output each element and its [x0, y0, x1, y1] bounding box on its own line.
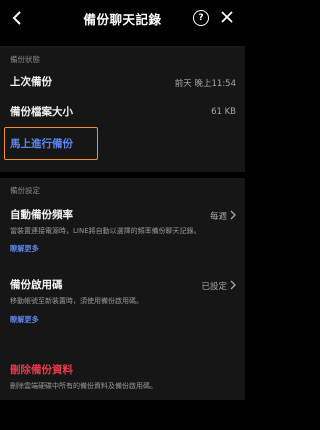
help-icon[interactable]: ? [193, 10, 209, 26]
backup-pin-label: 備份啟用碼 [10, 279, 63, 291]
section-label-settings: 備份設定 [10, 186, 40, 195]
auto-backup-frequency-value: 每週 [209, 212, 227, 222]
delete-backup-button[interactable]: 刪除備份資料 [10, 362, 73, 377]
file-size-label: 備份檔案大小 [10, 106, 73, 118]
last-backup-label: 上次備份 [10, 76, 52, 88]
section-label-status: 備份狀態 [10, 55, 40, 64]
delete-backup-desc: 刪除雲端硬碟中所有的備份資料及備份啟用碼。 [10, 382, 157, 390]
chevron-right-icon [230, 210, 236, 220]
close-icon [221, 11, 233, 23]
bottom-area [0, 400, 245, 430]
learn-more-link-pin[interactable]: 瞭解更多 [10, 315, 39, 325]
learn-more-link-frequency[interactable]: 瞭解更多 [10, 244, 39, 254]
header-bar: 備份聊天記錄 ? [0, 0, 245, 38]
chevron-right-icon [230, 280, 236, 290]
backup-now-button[interactable]: 馬上進行備份 [10, 136, 73, 151]
backup-pin-value: 已設定 [201, 282, 227, 292]
backup-pin-desc: 移動帳號至新裝置時，須使用備份啟用碼。 [10, 297, 143, 305]
close-button[interactable] [219, 9, 235, 25]
file-size-value: 61 KB [211, 107, 236, 117]
auto-backup-frequency-label: 自動備份頻率 [10, 209, 73, 221]
last-backup-value: 前天 晚上11:54 [174, 79, 236, 89]
auto-backup-frequency-desc: 當裝置連接電源時，LINE將自動以選擇的頻率備份聊天記錄。 [10, 227, 201, 235]
